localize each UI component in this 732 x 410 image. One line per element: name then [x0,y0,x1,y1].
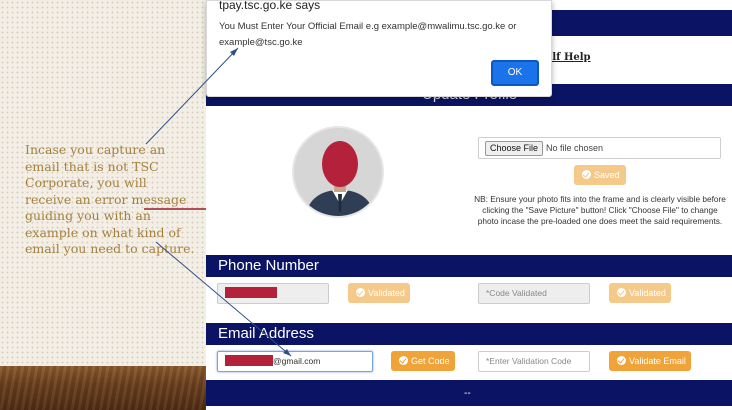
email-field[interactable]: @gmail.com [217,351,373,372]
check-circle-icon [399,356,408,365]
email-domain-text: @gmail.com [273,356,321,366]
email-address-title: Email Address [218,325,314,342]
phone-number-field[interactable] [217,283,329,304]
dialog-message: You Must Enter Your Official Email e.g e… [219,21,517,48]
check-circle-icon [582,170,591,179]
get-code-button[interactable]: Get Code [391,351,455,371]
get-code-label: Get Code [411,356,450,366]
check-circle-icon [617,356,626,365]
check-circle-icon [356,288,365,297]
phone-number-header: Phone Number [206,255,732,277]
email-code-field[interactable]: *Enter Validation Code [478,351,590,372]
avatar-icon [294,128,382,216]
phone-validated-label: Validated [368,288,405,298]
validate-email-button[interactable]: Validate Email [609,351,691,371]
choose-file-button[interactable]: Choose File [485,141,544,156]
phone-code-validated-label: Validated [629,288,666,298]
profile-photo [292,126,384,218]
footer-bar: -- [206,380,732,406]
saved-button[interactable]: Saved [574,165,626,185]
alert-dialog: tpay.tsc.go.ke says You Must Enter Your … [206,0,552,97]
slide-note: Incase you capture an email that is not … [25,142,195,256]
redacted-email-user [225,355,273,366]
ok-button[interactable]: OK [491,60,539,86]
dialog-title: tpay.tsc.go.ke says [219,0,321,12]
validate-email-label: Validate Email [629,356,686,366]
wood-floor-decoration [0,366,206,410]
photo-instructions: NB: Ensure your photo fits into the fram… [474,194,726,226]
phone-validated-button[interactable]: Validated [348,283,410,303]
saved-label: Saved [594,170,620,180]
phone-code-validated-button[interactable]: Validated [609,283,671,303]
redacted-phone [225,287,277,298]
email-address-header: Email Address [206,323,732,345]
check-circle-icon [617,288,626,297]
footer-text: -- [464,388,471,399]
phone-number-title: Phone Number [218,257,319,274]
phone-code-field[interactable]: *Code Validated [478,283,590,304]
photo-file-input[interactable]: Choose File No file chosen [478,137,721,159]
file-status-text: No file chosen [546,143,604,153]
self-help-link[interactable]: elf Help [546,52,591,63]
